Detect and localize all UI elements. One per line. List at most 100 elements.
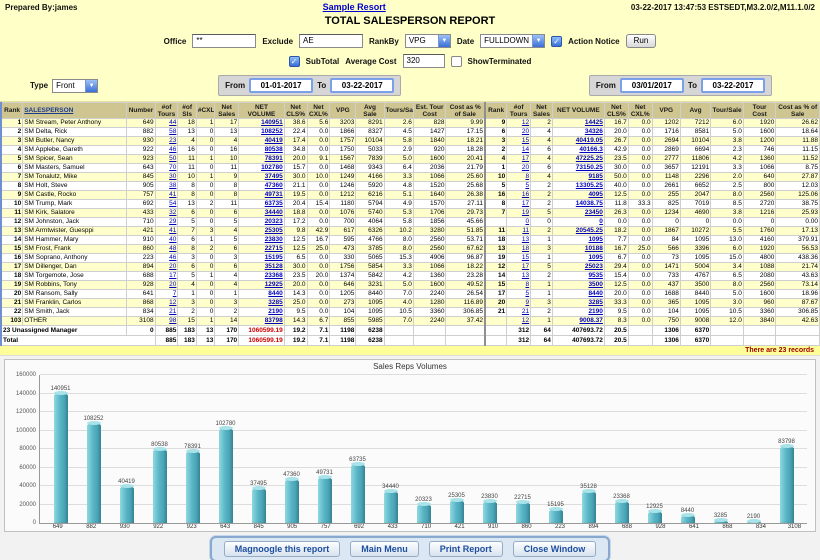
cell-num-tours-2[interactable]: 17 xyxy=(506,199,532,209)
cell-net-volume-2[interactable]: 3500 xyxy=(551,280,605,290)
cell-net-volume-2[interactable]: 14038.75 xyxy=(551,199,605,209)
cell-num-tours-2[interactable]: 17 xyxy=(506,154,532,164)
cell-num-tours-2[interactable]: 12 xyxy=(506,316,532,326)
cell-num-tours[interactable]: 17 xyxy=(154,271,179,281)
cell-num-tours[interactable]: 54 xyxy=(154,199,179,209)
magnoogle-button[interactable]: Magnoogle this report xyxy=(223,541,341,557)
cell-num-tours[interactable]: 30 xyxy=(154,172,179,182)
exclude-input[interactable]: AE xyxy=(299,34,364,48)
run-button[interactable]: Run xyxy=(625,34,657,48)
cell-num-tours-2[interactable]: 13 xyxy=(506,235,532,245)
office-input[interactable]: ** xyxy=(192,34,257,48)
cell-net-volume[interactable]: 78391 xyxy=(238,154,285,164)
cell-num-tours[interactable]: 29 xyxy=(154,217,179,227)
cell-num-tours[interactable]: 98 xyxy=(154,316,179,326)
cell-net-volume-2[interactable]: 20545.25 xyxy=(551,226,605,236)
cell-num-tours[interactable]: 70 xyxy=(154,163,179,173)
cell-num-tours[interactable]: 46 xyxy=(154,253,179,263)
cell-num-tours[interactable]: 20 xyxy=(154,262,179,272)
cell-num-tours[interactable]: 32 xyxy=(154,208,179,218)
cell-num-tours[interactable]: 50 xyxy=(154,154,179,164)
cell-net-volume[interactable]: 47360 xyxy=(238,181,285,191)
main-menu-button[interactable]: Main Menu xyxy=(350,541,419,557)
cell-net-volume[interactable]: 12925 xyxy=(238,280,285,290)
cell-net-volume[interactable]: 140951 xyxy=(238,118,285,128)
cell-num-tours[interactable]: 46 xyxy=(154,145,179,155)
cell-net-volume[interactable]: 108252 xyxy=(238,127,285,137)
cell-num-tours-2[interactable]: 9 xyxy=(506,298,532,308)
cell-net-volume-2[interactable]: 9008.37 xyxy=(551,316,605,326)
resort-link[interactable]: Sample Resort xyxy=(323,2,386,12)
cell-num-tours-2[interactable]: 18 xyxy=(506,244,532,254)
cell-net-volume-2[interactable]: 1095 xyxy=(551,235,605,245)
cell-num-tours-2[interactable]: 15 xyxy=(506,253,532,263)
cell-num-tours-2[interactable]: 13 xyxy=(506,271,532,281)
cell-num-tours[interactable]: 58 xyxy=(154,127,179,137)
cell-net-volume[interactable]: 23830 xyxy=(238,235,285,245)
col-header-salesperson[interactable]: SALESPERSON xyxy=(22,102,128,119)
cell-num-tours[interactable]: 12 xyxy=(154,298,179,308)
from-date-left-input[interactable]: 01-01-2017 xyxy=(249,78,314,93)
cell-net-volume-2[interactable]: 34326 xyxy=(551,127,605,137)
cell-num-tours[interactable]: 44 xyxy=(154,118,179,128)
cell-num-tours-2[interactable]: 21 xyxy=(506,307,532,317)
action-notice-checkbox[interactable]: ✓ xyxy=(551,35,563,47)
cell-net-volume[interactable]: 40419 xyxy=(238,136,285,146)
cell-net-volume[interactable]: 37495 xyxy=(238,172,285,182)
cell-net-volume[interactable]: 34440 xyxy=(238,208,285,218)
cell-num-tours[interactable]: 20 xyxy=(154,280,179,290)
cell-num-tours-2[interactable]: 11 xyxy=(506,226,532,236)
cell-net-volume-2[interactable]: 10188 xyxy=(551,244,605,254)
average-cost-input[interactable]: 320 xyxy=(402,54,445,68)
cell-num-tours[interactable]: 38 xyxy=(154,181,179,191)
cell-num-tours-2[interactable]: 16 xyxy=(506,190,532,200)
cell-num-tours-2[interactable]: 19 xyxy=(506,208,532,218)
cell-net-volume[interactable]: 83798 xyxy=(238,316,285,326)
cell-net-volume-2[interactable]: 47225.25 xyxy=(551,154,605,164)
cell-net-volume[interactable]: 8440 xyxy=(238,289,285,299)
cell-num-tours[interactable]: 41 xyxy=(154,190,179,200)
from-date-right-input[interactable]: 03/01/2017 xyxy=(619,78,684,93)
cell-net-volume[interactable]: 15195 xyxy=(238,253,285,263)
cell-num-tours-2[interactable]: 5 xyxy=(506,181,532,191)
cell-net-volume-2[interactable]: 25023 xyxy=(551,262,605,272)
cell-num-tours-2[interactable]: 17 xyxy=(506,262,532,272)
close-window-button[interactable]: Close Window xyxy=(512,541,597,557)
cell-net-volume[interactable]: 25305 xyxy=(238,226,285,236)
to-date-left-input[interactable]: 03-22-2017 xyxy=(330,78,395,93)
cell-num-tours[interactable]: 48 xyxy=(154,244,179,254)
cell-net-volume-2[interactable]: 73150.25 xyxy=(551,163,605,173)
cell-num-tours-2[interactable]: 8 xyxy=(506,280,532,290)
cell-net-volume[interactable]: 23368 xyxy=(238,271,285,281)
cell-num-tours[interactable]: 7 xyxy=(154,289,179,299)
cell-net-volume[interactable]: 63735 xyxy=(238,199,285,209)
cell-net-volume[interactable]: 2190 xyxy=(238,307,285,317)
cell-num-tours[interactable]: 23 xyxy=(154,136,179,146)
cell-net-volume-2[interactable]: 3285 xyxy=(551,298,605,308)
cell-net-volume-2[interactable]: 40419.05 xyxy=(551,136,605,146)
show-terminated-checkbox[interactable] xyxy=(450,55,462,67)
cell-net-volume-2[interactable]: 2190 xyxy=(551,307,605,317)
cell-net-volume-2[interactable]: 0 xyxy=(551,217,605,227)
cell-net-volume-2[interactable]: 14425 xyxy=(551,118,605,128)
cell-num-tours-2[interactable]: 12 xyxy=(506,118,532,128)
cell-net-volume[interactable]: 35128 xyxy=(238,262,285,272)
print-report-button[interactable]: Print Report xyxy=(428,541,503,557)
rankby-select[interactable]: VPG ▼ xyxy=(404,34,451,48)
cell-net-volume[interactable]: 80538 xyxy=(238,145,285,155)
cell-net-volume-2[interactable]: 9185 xyxy=(551,172,605,182)
cell-net-volume-2[interactable]: 8440 xyxy=(551,289,605,299)
cell-num-tours-2[interactable]: 15 xyxy=(506,136,532,146)
cell-num-tours[interactable]: 41 xyxy=(154,226,179,236)
type-select[interactable]: Front ▼ xyxy=(52,78,99,93)
cell-num-tours-2[interactable]: 20 xyxy=(506,163,532,173)
cell-net-volume-2[interactable]: 13305.25 xyxy=(551,181,605,191)
cell-num-tours-2[interactable]: 5 xyxy=(506,289,532,299)
cell-num-tours-2[interactable]: 20 xyxy=(506,127,532,137)
cell-num-tours-2[interactable]: 0 xyxy=(506,217,532,227)
cell-net-volume-2[interactable]: 9535 xyxy=(551,271,605,281)
cell-net-volume-2[interactable]: 1095 xyxy=(551,253,605,263)
cell-net-volume-2[interactable]: 23450 xyxy=(551,208,605,218)
cell-net-volume[interactable]: 102780 xyxy=(238,163,285,173)
cell-net-volume[interactable]: 20323 xyxy=(238,217,285,227)
